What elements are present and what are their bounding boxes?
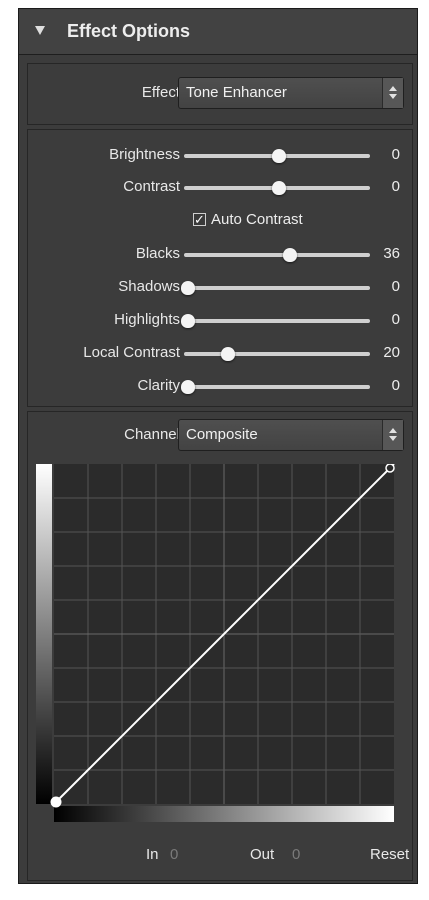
in-label: In [146,846,159,863]
clarity-value: 0 [391,377,400,394]
slider-row-blacks: Blacks 36 [28,243,412,267]
blacks-label: Blacks [135,245,180,262]
shadows-value: 0 [391,278,400,295]
clarity-slider[interactable] [184,385,370,389]
adjustments-section: Brightness 0 Contrast 0 ✓ Auto Contrast … [27,129,413,407]
channel-select-value: Composite [186,426,258,443]
local-contrast-label: Local Contrast [83,344,180,361]
effect-select[interactable]: Tone Enhancer [178,77,404,109]
highlights-label: Highlights [114,311,180,328]
highlights-slider[interactable] [184,319,370,323]
curve-point-white[interactable] [385,464,395,473]
input-gradient-bar [36,464,52,804]
curves-section: Channel Composite In 0 Out 0 Reset [27,411,413,881]
out-label: Out [250,846,275,863]
curve-point-black[interactable] [50,796,62,808]
brightness-value: 0 [391,146,400,163]
contrast-label: Contrast [123,178,180,195]
blacks-value: 36 [383,245,400,262]
clarity-label: Clarity [137,377,180,394]
panel-title: Effect Options [67,21,191,41]
output-gradient-bar [54,806,394,822]
select-arrows-icon [382,420,403,450]
brightness-slider-thumb[interactable] [272,149,286,163]
slider-row-brightness: Brightness 0 [28,144,412,168]
contrast-value: 0 [391,178,400,195]
clarity-slider-thumb[interactable] [181,380,195,394]
shadows-slider-thumb[interactable] [181,281,195,295]
local-contrast-value: 20 [383,344,400,361]
effect-section: Effect Tone Enhancer [27,63,413,125]
slider-row-shadows: Shadows 0 [28,276,412,300]
effect-label: Effect [141,84,180,101]
slider-row-clarity: Clarity 0 [28,375,412,399]
slider-row-highlights: Highlights 0 [28,309,412,333]
highlights-value: 0 [391,311,400,328]
collapse-triangle-icon[interactable] [35,26,45,35]
shadows-slider[interactable] [184,286,370,290]
tone-curve[interactable] [36,464,408,834]
channel-select[interactable]: Composite [178,419,404,451]
checkbox-checked-icon[interactable]: ✓ [193,213,206,226]
reset-button[interactable]: Reset [370,846,409,863]
blacks-slider-thumb[interactable] [282,248,297,262]
highlights-slider-thumb[interactable] [181,314,195,328]
auto-contrast-label: Auto Contrast [211,211,303,228]
in-value: 0 [170,846,179,863]
panel-header[interactable]: Effect Options [19,9,417,55]
blacks-slider[interactable] [184,253,370,257]
effect-options-panel: Effect Options Effect Tone Enhancer Brig… [18,8,418,884]
select-arrows-icon [382,78,403,108]
contrast-slider-thumb[interactable] [272,181,286,195]
effect-select-value: Tone Enhancer [186,84,287,101]
local-contrast-slider[interactable] [184,352,370,356]
shadows-label: Shadows [118,278,180,295]
channel-label: Channel [124,426,180,443]
slider-row-local-contrast: Local Contrast 20 [28,342,412,366]
out-value: 0 [292,846,301,863]
brightness-label: Brightness [109,146,180,163]
slider-row-contrast: Contrast 0 [28,176,412,200]
local-contrast-slider-thumb[interactable] [221,347,236,361]
